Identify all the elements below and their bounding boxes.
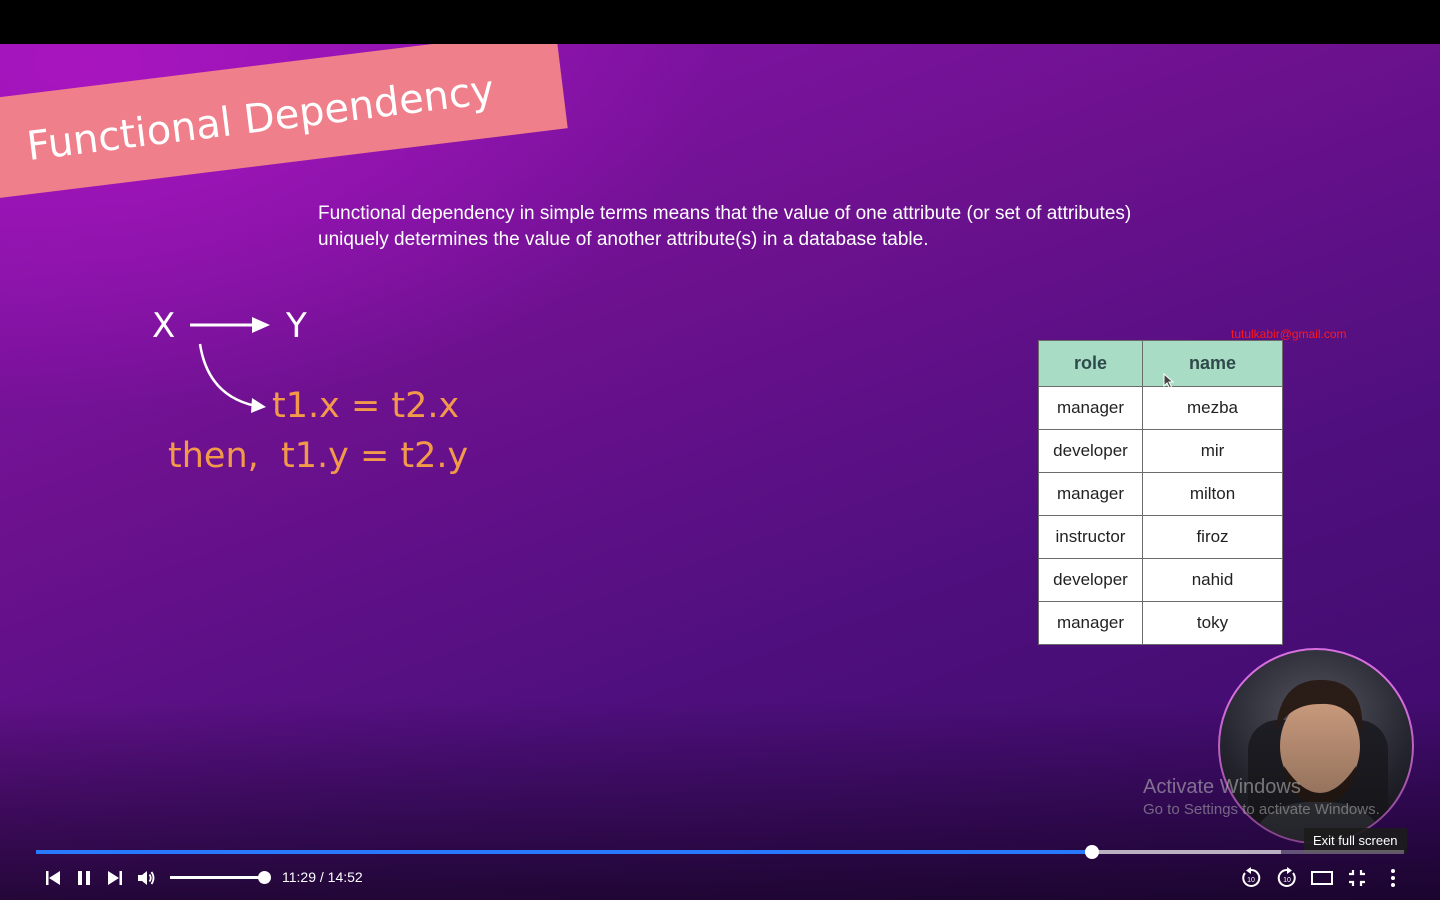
exit-fullscreen-button[interactable] xyxy=(1341,862,1373,894)
table-row: manager mezba xyxy=(1038,386,1283,430)
progress-bar[interactable] xyxy=(36,845,1404,859)
cell-name: mezba xyxy=(1142,386,1283,430)
more-options-button[interactable] xyxy=(1377,862,1409,894)
pause-icon xyxy=(78,871,90,885)
mute-button[interactable] xyxy=(130,862,162,894)
cell-name: firoz xyxy=(1142,515,1283,559)
rewind-10-icon: 10 xyxy=(1242,867,1261,887)
curved-arrow-icon xyxy=(198,343,266,413)
exit-fullscreen-icon xyxy=(1349,870,1365,886)
time-display: 11:29 / 14:52 xyxy=(282,869,363,885)
progress-played xyxy=(36,850,1093,854)
cell-role: developer xyxy=(1038,558,1143,602)
volume-icon xyxy=(138,871,155,885)
cell-name: milton xyxy=(1142,472,1283,516)
cell-role: instructor xyxy=(1038,515,1143,559)
cell-name: nahid xyxy=(1142,558,1283,602)
cell-role: developer xyxy=(1038,429,1143,473)
table-row: manager milton xyxy=(1038,472,1283,516)
more-options-icon xyxy=(1391,869,1395,887)
forward-10-button[interactable]: 10 xyxy=(1271,862,1303,894)
volume-slider[interactable] xyxy=(170,871,271,884)
equation-conclusion: then, t1.y = t2.y xyxy=(168,436,469,476)
right-arrow-icon xyxy=(190,317,270,333)
notation-x: X xyxy=(152,306,176,346)
cell-role: manager xyxy=(1038,601,1143,645)
next-icon xyxy=(108,871,122,885)
cell-name: toky xyxy=(1142,601,1283,645)
player-controls: 11:29 / 14:52 10 10 xyxy=(0,856,1440,900)
activate-windows-subtitle: Go to Settings to activate Windows. xyxy=(1143,801,1380,818)
mouse-cursor-icon xyxy=(1163,373,1175,389)
top-black-bar xyxy=(0,0,1440,44)
svg-text:10: 10 xyxy=(1283,877,1291,884)
table-row: developer nahid xyxy=(1038,558,1283,602)
cell-role: manager xyxy=(1038,472,1143,516)
video-frame[interactable]: Functional Dependency Functional depende… xyxy=(0,44,1440,900)
email-watermark: tutulkabir@gmail.com xyxy=(1231,327,1347,341)
cell-name: mir xyxy=(1142,429,1283,473)
previous-button[interactable] xyxy=(37,862,69,894)
pause-button[interactable] xyxy=(68,862,100,894)
role-name-table: role name manager mezba developer mir ma… xyxy=(1038,340,1283,645)
forward-10-icon: 10 xyxy=(1277,867,1296,887)
activate-windows-title: Activate Windows xyxy=(1143,776,1301,798)
table-header-row: role name xyxy=(1038,340,1283,387)
svg-text:10: 10 xyxy=(1247,877,1255,884)
previous-icon xyxy=(46,871,60,885)
table-row: manager toky xyxy=(1038,601,1283,645)
definition-text: Functional dependency in simple terms me… xyxy=(318,203,1132,250)
header-role: role xyxy=(1038,340,1143,387)
table-row: developer mir xyxy=(1038,429,1283,473)
next-button[interactable] xyxy=(99,862,131,894)
theater-mode-button[interactable] xyxy=(1306,862,1338,894)
notation-y: Y xyxy=(286,306,307,346)
volume-knob[interactable] xyxy=(258,871,271,884)
cell-role: manager xyxy=(1038,386,1143,430)
table-row: instructor firoz xyxy=(1038,515,1283,559)
rewind-10-button[interactable]: 10 xyxy=(1235,862,1267,894)
theater-mode-icon xyxy=(1311,871,1333,885)
equation-premise: t1.x = t2.x xyxy=(272,386,460,426)
